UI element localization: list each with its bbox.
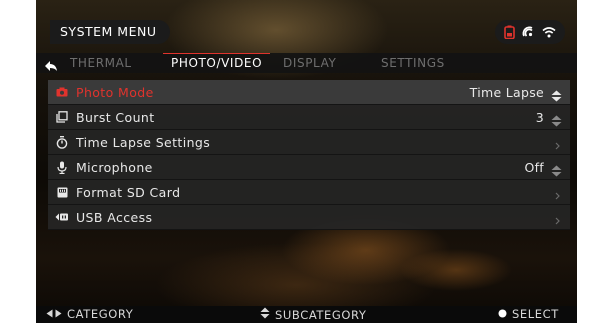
back-arrow-icon[interactable]	[44, 57, 58, 76]
camera-icon	[48, 87, 76, 97]
select-dot-icon	[498, 307, 507, 321]
up-down-arrows-icon	[260, 307, 270, 322]
status-bar	[495, 20, 565, 44]
category-hint: CATEGORY	[46, 307, 133, 321]
usb-icon	[48, 212, 76, 222]
menu-item-label: Time Lapse Settings	[76, 134, 211, 150]
subcategory-hint: SUBCATEGORY	[260, 307, 367, 322]
subcategory-hint-label: SUBCATEGORY	[275, 307, 367, 322]
tab-display[interactable]: DISPLAY	[283, 53, 336, 73]
category-tabs: THERMAL PHOTO/VIDEO DISPLAY SETTINGS	[36, 53, 577, 73]
menu-title: SYSTEM MENU	[50, 20, 171, 44]
up-down-arrows-icon[interactable]	[551, 87, 562, 106]
up-down-arrows-icon[interactable]	[551, 162, 562, 181]
select-hint-label: SELECT	[512, 307, 559, 321]
timer-icon	[48, 135, 76, 149]
menu-item-value: Off	[524, 159, 544, 175]
thermal-icon	[521, 25, 535, 39]
device-screen: SYSTEM MENU THERMAL PHOTO/VIDEO DISPLAY …	[36, 0, 577, 323]
button-hints-bar: CATEGORY SUBCATEGORY SELECT	[36, 306, 577, 323]
select-hint: SELECT	[498, 307, 559, 321]
menu-item-time-lapse-settings[interactable]: Time Lapse Settings	[48, 130, 570, 155]
microphone-icon	[48, 161, 76, 174]
wifi-icon	[542, 26, 556, 38]
sd-card-icon	[48, 187, 76, 198]
menu-list: Photo Mode Time Lapse Burst Count 3 Time…	[48, 80, 570, 230]
menu-item-label: USB Access	[76, 209, 153, 225]
menu-item-label: Photo Mode	[76, 84, 154, 100]
burst-icon	[48, 111, 76, 123]
menu-item-value: 3	[535, 109, 544, 125]
menu-item-usb-access[interactable]: USB Access	[48, 205, 570, 230]
left-right-arrows-icon	[46, 307, 62, 321]
chevron-right-icon[interactable]	[554, 137, 562, 156]
up-down-arrows-icon[interactable]	[551, 112, 562, 131]
chevron-right-icon[interactable]	[554, 212, 562, 231]
menu-item-label: Microphone	[76, 159, 153, 175]
menu-item-burst-count[interactable]: Burst Count 3	[48, 105, 570, 130]
category-hint-label: CATEGORY	[67, 307, 134, 321]
menu-item-format-sd-card[interactable]: Format SD Card	[48, 180, 570, 205]
tab-thermal[interactable]: THERMAL	[70, 53, 132, 73]
menu-item-value: Time Lapse	[469, 84, 544, 100]
tab-photo-video[interactable]: PHOTO/VIDEO	[163, 53, 271, 73]
tab-settings[interactable]: SETTINGS	[381, 53, 445, 73]
menu-item-microphone[interactable]: Microphone Off	[48, 155, 570, 180]
menu-item-photo-mode[interactable]: Photo Mode Time Lapse	[48, 80, 570, 105]
battery-icon	[504, 25, 515, 39]
menu-item-label: Burst Count	[76, 109, 155, 125]
chevron-right-icon[interactable]	[554, 187, 562, 206]
menu-item-label: Format SD Card	[76, 184, 181, 200]
